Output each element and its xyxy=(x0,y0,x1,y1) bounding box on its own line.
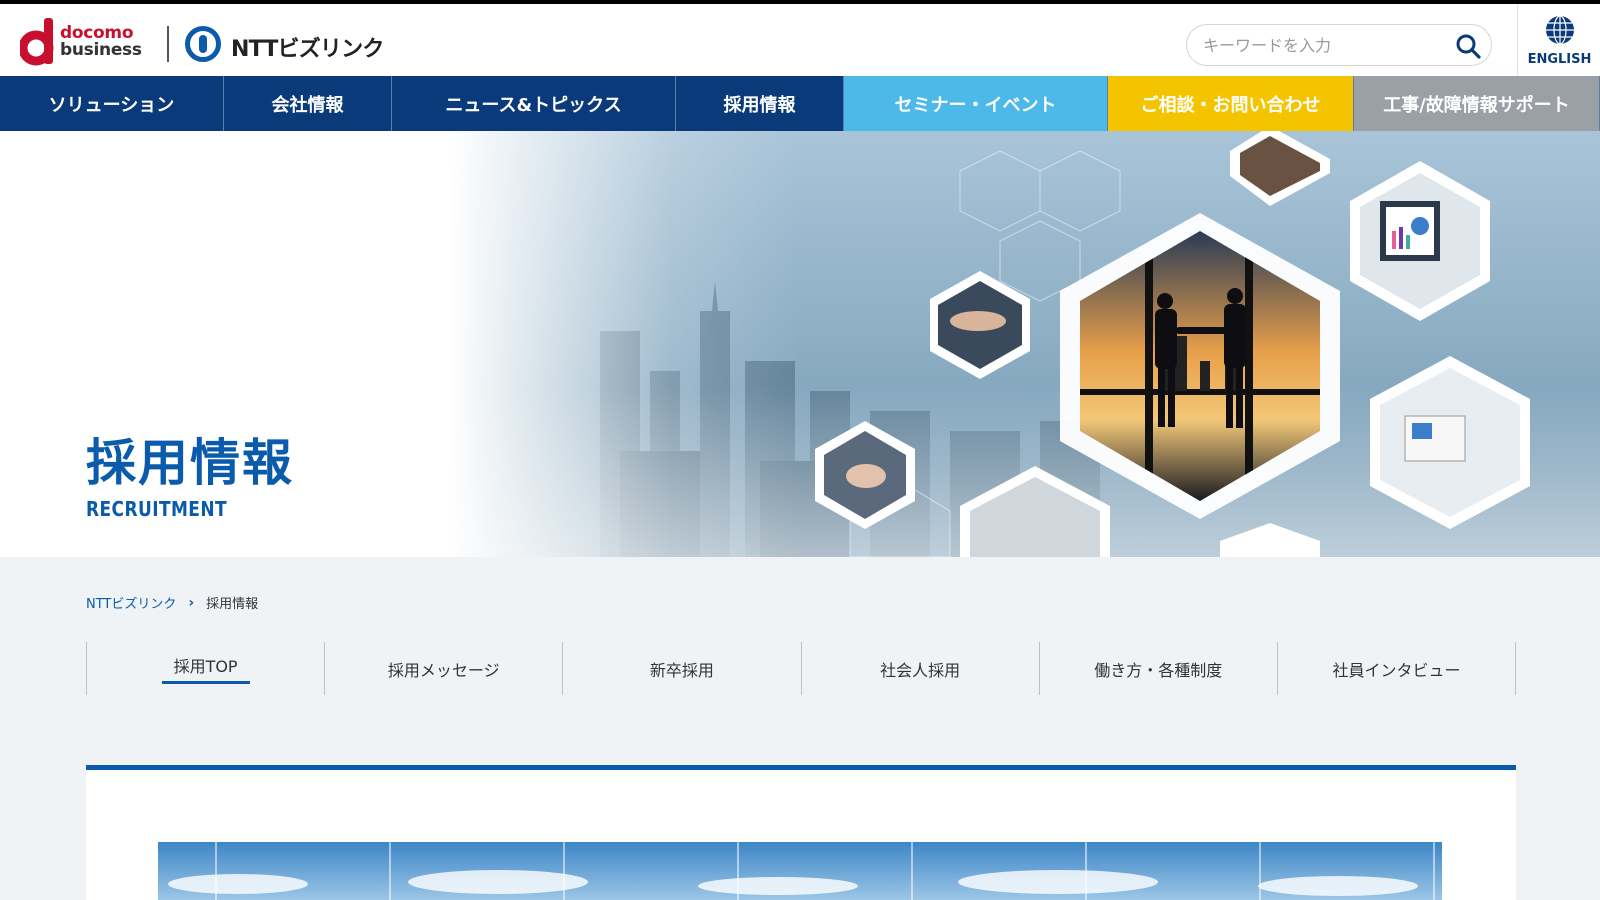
global-nav: ソリューション 会社情報 ニュース&トピックス 採用情報 セミナー・イベント ご相談・お問… xyxy=(0,76,1600,131)
tab-label: 社会人採用 xyxy=(880,660,961,680)
recruitment-subnav: 採用TOP 採用メッセージ 新卒採用 社会人採用 働き方・各種制度 社員インタビュー xyxy=(86,642,1517,695)
nav-construction-support[interactable]: 工事/故障情報サポート xyxy=(1354,76,1600,131)
search-input[interactable] xyxy=(1203,33,1443,57)
nav-seminar-event[interactable]: セミナー・イベント xyxy=(844,76,1108,131)
hero-banner: 採用情報 RECRUITMENT xyxy=(0,131,1600,557)
tab-employee-interview[interactable]: 社員インタビュー xyxy=(1276,642,1517,695)
breadcrumb: NTTビズリンク › 採用情報 xyxy=(86,593,259,613)
tab-label: 社員インタビュー xyxy=(1332,660,1461,680)
globe-icon xyxy=(1546,15,1574,45)
nav-news-topics[interactable]: ニュース&トピックス xyxy=(392,76,676,131)
english-language-link[interactable]: ENGLISH xyxy=(1517,4,1600,76)
site-header: docomo business NTTビズリンク xyxy=(0,4,1600,76)
tab-recruit-message[interactable]: 採用メッセージ xyxy=(324,642,562,695)
ntt-ring-icon xyxy=(185,26,221,62)
business-logo-text: business xyxy=(60,40,142,60)
content-card-image xyxy=(158,842,1442,900)
ntt-logo-text: NTTビズリンク xyxy=(231,37,384,62)
search-icon[interactable] xyxy=(1455,33,1481,59)
tab-workstyle-systems[interactable]: 働き方・各種制度 xyxy=(1038,642,1277,695)
search-box xyxy=(1186,24,1492,66)
logo-divider xyxy=(167,26,169,62)
tab-recruit-top[interactable]: 採用TOP xyxy=(86,642,324,695)
tab-label: 働き方・各種制度 xyxy=(1094,660,1223,680)
nav-contact[interactable]: ご相談・お問い合わせ xyxy=(1108,76,1354,131)
tab-mid-career[interactable]: 社会人採用 xyxy=(800,642,1039,695)
sky-panorama-image xyxy=(158,842,1442,900)
nav-solutions[interactable]: ソリューション xyxy=(0,76,224,131)
page-title: 採用情報 xyxy=(86,434,294,492)
chevron-right-icon: › xyxy=(188,594,195,611)
english-label: ENGLISH xyxy=(1527,52,1592,67)
nav-company[interactable]: 会社情報 xyxy=(224,76,392,131)
breadcrumb-current: 採用情報 xyxy=(206,597,259,612)
tab-label: 採用TOP xyxy=(161,653,250,684)
docomo-d-icon xyxy=(20,18,54,66)
nav-recruitment[interactable]: 採用情報 xyxy=(676,76,844,131)
docomo-business-logo[interactable]: docomo business xyxy=(20,18,150,66)
tab-label: 新卒採用 xyxy=(649,660,714,680)
breadcrumb-home-link[interactable]: NTTビズリンク xyxy=(86,593,176,612)
tab-new-graduate[interactable]: 新卒採用 xyxy=(562,642,800,695)
tab-label: 採用メッセージ xyxy=(387,660,500,680)
page-subtitle: RECRUITMENT xyxy=(86,497,228,521)
